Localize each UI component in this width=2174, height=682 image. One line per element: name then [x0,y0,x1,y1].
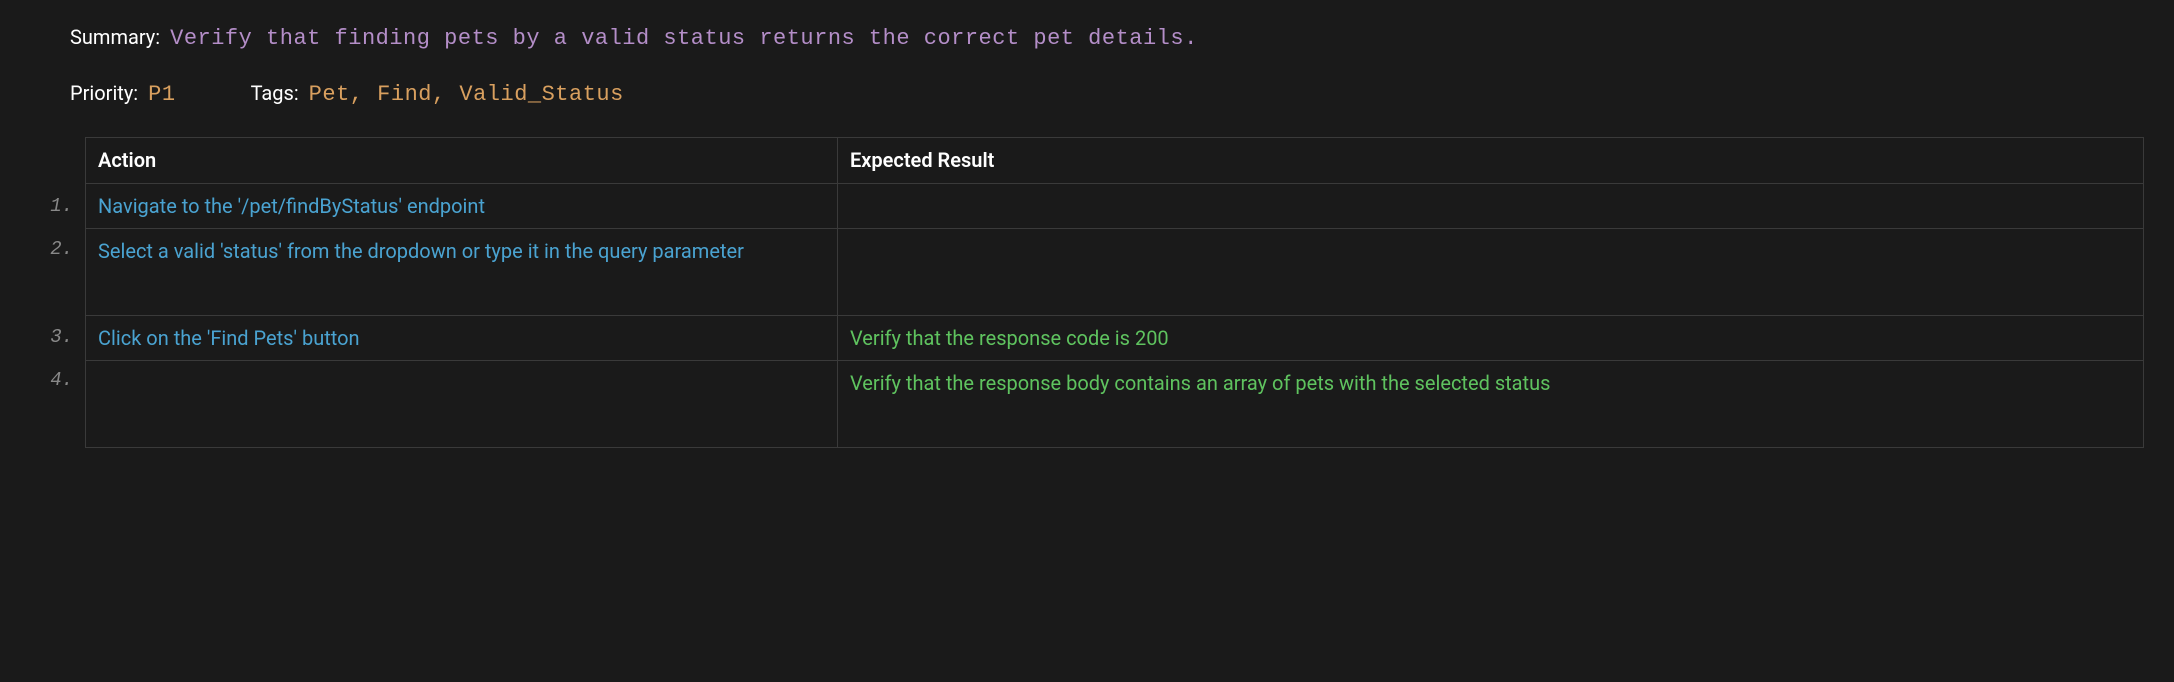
row-numbers-column: 1. 2. 3. 4. [30,137,85,446]
table-row: Navigate to the '/pet/findByStatus' endp… [86,184,2144,229]
expected-header: Expected Result [838,138,2144,184]
priority-label: Priority: [70,81,138,105]
table-row: Select a valid 'status' from the dropdow… [86,229,2144,316]
expected-cell: Verify that the response body contains a… [838,361,2144,448]
summary-row: Summary: Verify that finding pets by a v… [30,25,2144,51]
action-cell: Select a valid 'status' from the dropdow… [86,229,838,316]
summary-label: Summary: [70,25,160,49]
steps-table-wrapper: 1. 2. 3. 4. Action Expected Result Navig… [30,137,2144,448]
table-row: Click on the 'Find Pets' button Verify t… [86,316,2144,361]
table-header-row: Action Expected Result [86,138,2144,184]
row-number: 2. [30,228,85,315]
expected-cell [838,184,2144,229]
priority-tags-row: Priority: P1 Tags: Pet, Find, Valid_Stat… [30,81,2144,107]
summary-value: Verify that finding pets by a valid stat… [170,26,1198,51]
row-number: 1. [30,184,85,228]
tags-value: Pet, Find, Valid_Status [309,82,624,107]
action-cell: Navigate to the '/pet/findByStatus' endp… [86,184,838,229]
row-number: 3. [30,315,85,359]
row-number: 4. [30,359,85,446]
action-cell: Click on the 'Find Pets' button [86,316,838,361]
table-row: Verify that the response body contains a… [86,361,2144,448]
steps-table: Action Expected Result Navigate to the '… [85,137,2144,448]
action-cell [86,361,838,448]
tags-label: Tags: [251,81,299,105]
expected-cell: Verify that the response code is 200 [838,316,2144,361]
action-header: Action [86,138,838,184]
expected-cell [838,229,2144,316]
priority-value: P1 [148,82,175,107]
